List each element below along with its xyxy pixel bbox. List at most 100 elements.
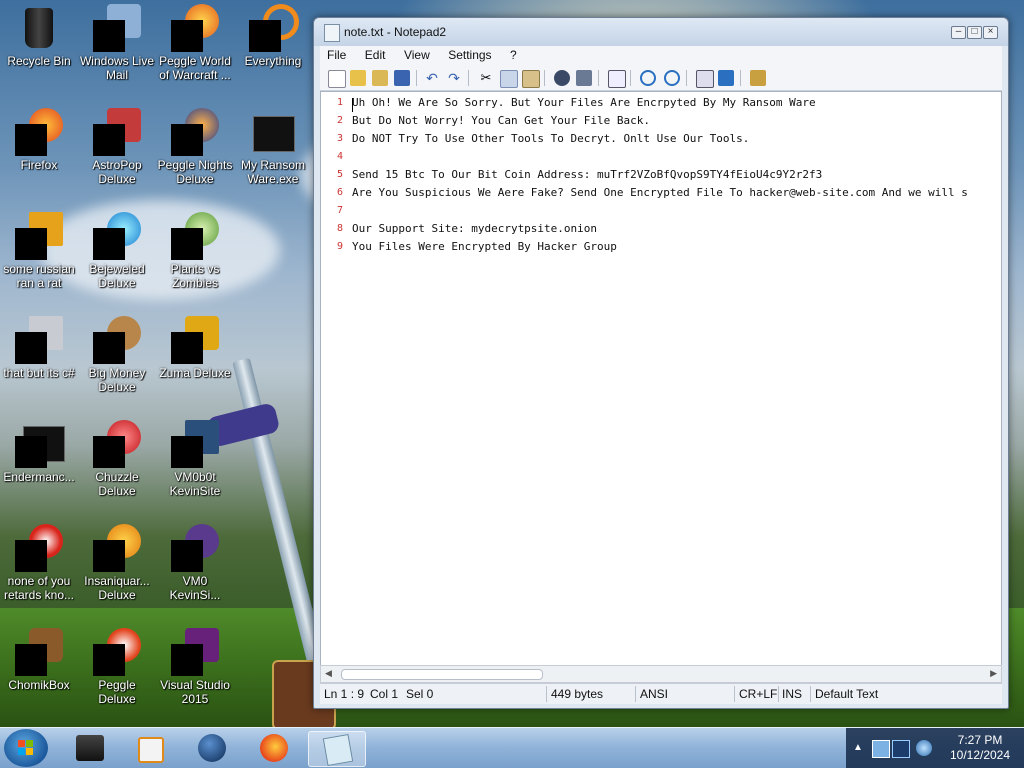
status-sel: Sel 0 <box>406 687 434 701</box>
desktop-icon-peggle-deluxe[interactable]: Peggle Deluxe <box>78 624 156 720</box>
customize-scheme-icon[interactable] <box>718 70 734 86</box>
cut-icon[interactable]: ✂ <box>478 70 494 86</box>
desktop-icon-chomikbox[interactable]: ChomikBox <box>0 624 78 720</box>
desktop-icon-endermanc[interactable]: Endermanc... <box>0 416 78 512</box>
display-icon[interactable] <box>892 740 910 758</box>
text-line: You Files Were Encrypted By Hacker Group <box>352 240 617 253</box>
notepad-window[interactable]: note.txt - Notepad2 ‒ □ × File Edit View… <box>313 17 1009 709</box>
zoom-out-icon[interactable] <box>664 70 680 86</box>
recycle-bin-icon <box>25 8 53 48</box>
desktop-icon-everything[interactable]: Everything <box>234 0 312 96</box>
line-number: 4 <box>336 151 343 162</box>
horizontal-scrollbar[interactable]: ◀ ▶ <box>320 665 1002 683</box>
text-line: But Do Not Worry! You Can Get Your File … <box>352 114 651 127</box>
taskbar-button-firefox[interactable] <box>246 731 302 765</box>
taskbar-button-notepad2[interactable] <box>308 731 366 767</box>
desktop-icon-insaniquarium[interactable]: Insaniquar... Deluxe <box>78 520 156 616</box>
menu-edit[interactable]: Edit <box>358 46 393 64</box>
desktop-icon-some-russian[interactable]: some russian ran a rat <box>0 208 78 304</box>
open-folder-icon[interactable] <box>350 70 366 86</box>
scroll-right-icon[interactable]: ▶ <box>990 668 997 679</box>
start-button[interactable] <box>4 729 48 767</box>
clock-date: 10/12/2024 <box>949 748 1011 762</box>
desktop-icon-visual-studio[interactable]: Visual Studio 2015 <box>156 624 234 720</box>
clock-time: 7:27 PM <box>957 733 1003 747</box>
text-line: Our Support Site: mydecrytpsite.onion <box>352 222 598 235</box>
desktop-icon-firefox[interactable]: Firefox <box>0 104 78 200</box>
taskbar-button-globe[interactable] <box>184 731 240 765</box>
desktop-icon-none-of-you[interactable]: none of you retards kno... <box>0 520 78 616</box>
exit-icon[interactable] <box>750 70 766 86</box>
desktop-icon-plants-vs-zombies[interactable]: Plants vs Zombies <box>156 208 234 304</box>
taskbar: ▲ 7:27 PM 10/12/2024 <box>0 727 1024 768</box>
zoom-in-icon[interactable] <box>640 70 656 86</box>
desktop-icon-zuma[interactable]: Zuma Deluxe <box>156 312 234 408</box>
media-player-icon <box>138 737 164 763</box>
minimize-button[interactable]: ‒ <box>951 26 966 39</box>
globe-icon <box>198 734 226 762</box>
desktop-icon-big-money[interactable]: Big Money Deluxe <box>78 312 156 408</box>
desktop-icon-peggle-wow[interactable]: Peggle World of Warcraft ... <box>156 0 234 96</box>
text-line: Uh Oh! We Are So Sorry. But Your Files A… <box>352 96 816 109</box>
menu-settings[interactable]: Settings <box>441 46 498 64</box>
menu-help[interactable]: ? <box>503 46 524 64</box>
toolbar: ↶ ↷ ✂ <box>320 66 1002 91</box>
desktop-icon-bejeweled[interactable]: Bejeweled Deluxe <box>78 208 156 304</box>
notepad-icon <box>322 733 354 767</box>
scheme-icon[interactable] <box>696 70 714 88</box>
status-line: Ln 1 : 9 <box>324 687 365 701</box>
line-number-gutter: 1 2 3 4 5 6 7 8 9 <box>321 92 347 666</box>
close-button[interactable]: × <box>983 26 998 39</box>
menu-view[interactable]: View <box>397 46 437 64</box>
maximize-button[interactable]: □ <box>967 26 982 39</box>
find-icon[interactable] <box>554 70 570 86</box>
desktop-icon-vm0-kevinsite[interactable]: VM0 KevinSi... <box>156 520 234 616</box>
window-title: note.txt - Notepad2 <box>344 25 447 39</box>
desktop-icon-windows-live-mail[interactable]: Windows Live Mail <box>78 0 156 96</box>
browse-icon[interactable] <box>372 70 388 86</box>
scroll-left-icon[interactable]: ◀ <box>325 668 332 679</box>
firefox-icon <box>260 734 288 762</box>
text-line: Do NOT Try To Use Other Tools To Decryt.… <box>352 132 750 145</box>
desktop-icon-recycle-bin[interactable]: Recycle Bin <box>0 0 78 96</box>
status-eol: CR+LF <box>739 687 778 701</box>
word-wrap-icon[interactable] <box>608 70 626 88</box>
close-icon: × <box>987 26 994 37</box>
taskbar-button-media-player[interactable] <box>122 731 178 765</box>
folder-icon <box>76 735 104 761</box>
desktop-icon-peggle-nights[interactable]: Peggle Nights Deluxe <box>156 104 234 200</box>
desktop-icon-my-ransom-ware[interactable]: My Ransom Ware.exe <box>234 104 312 200</box>
status-size: 449 bytes <box>551 687 604 701</box>
network-icon[interactable] <box>872 740 890 758</box>
text-editor[interactable]: 1 2 3 4 5 6 7 8 9 Uh Oh! We Are So Sorry… <box>320 91 1002 667</box>
desktop-icon-that-but-its-c[interactable]: that but its c# <box>0 312 78 408</box>
text-line: Send 15 Btc To Our Bit Coin Address: muT… <box>352 168 823 181</box>
redo-icon[interactable]: ↷ <box>446 70 462 86</box>
text-caret <box>352 98 353 112</box>
volume-icon[interactable] <box>916 740 932 756</box>
window-titlebar[interactable]: note.txt - Notepad2 ‒ □ × <box>314 18 1008 46</box>
new-file-icon[interactable] <box>328 70 346 88</box>
copy-icon[interactable] <box>500 70 518 88</box>
taskbar-button-explorer[interactable] <box>62 731 118 765</box>
line-number: 2 <box>336 115 343 126</box>
notepad-icon <box>324 24 340 42</box>
clock[interactable]: 7:27 PM 10/12/2024 <box>944 733 1016 763</box>
undo-icon[interactable]: ↶ <box>424 70 440 86</box>
menu-file[interactable]: File <box>320 46 353 64</box>
windows-logo-icon <box>18 740 34 756</box>
desktop-icon-astropop[interactable]: AstroPop Deluxe <box>78 104 156 200</box>
line-number: 6 <box>336 187 343 198</box>
desktop-icon-vm0b0t-kevinsite[interactable]: VM0b0t KevinSite <box>156 416 234 512</box>
save-icon[interactable] <box>394 70 410 86</box>
status-scheme: Default Text <box>815 687 879 701</box>
desktop-icon-chuzzle[interactable]: Chuzzle Deluxe <box>78 416 156 512</box>
replace-icon[interactable] <box>576 70 592 86</box>
line-number: 7 <box>336 205 343 216</box>
line-number: 9 <box>336 241 343 252</box>
show-hidden-icons-icon[interactable]: ▲ <box>850 740 866 756</box>
paste-icon[interactable] <box>522 70 540 88</box>
line-number: 1 <box>336 97 343 108</box>
menu-bar: File Edit View Settings ? <box>320 46 1002 66</box>
scrollbar-thumb[interactable] <box>341 669 543 680</box>
